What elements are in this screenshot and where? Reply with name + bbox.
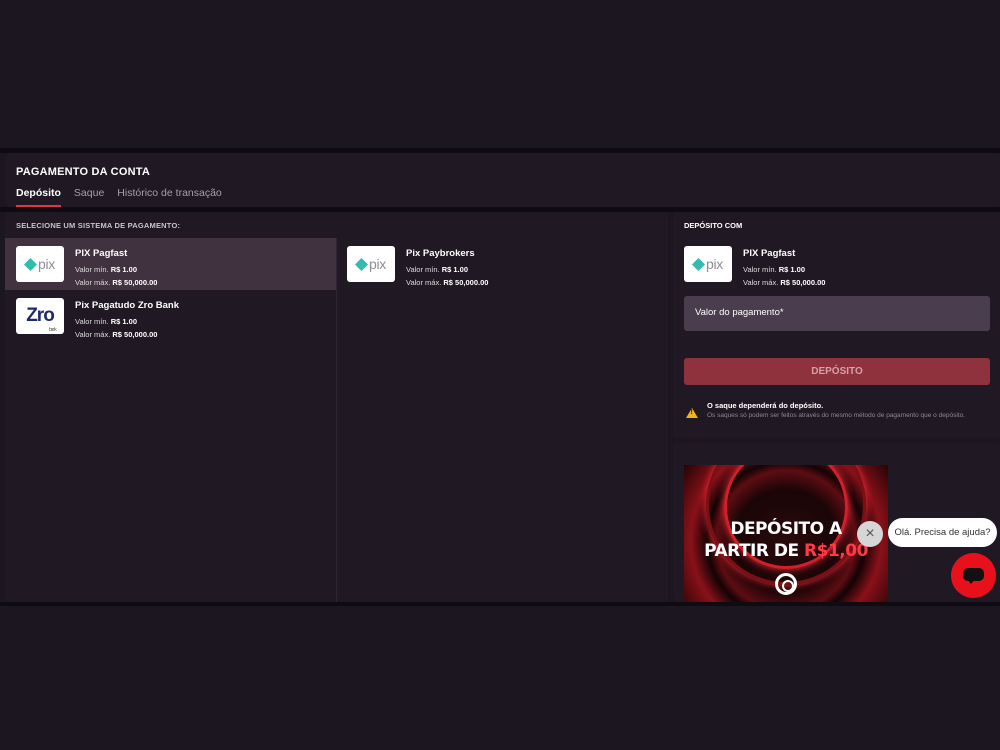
warning-icon bbox=[686, 408, 698, 418]
payment-option-pix-pagfast[interactable]: pix PIX Pagfast Valor mín. R$ 1.00 Valor… bbox=[5, 238, 336, 290]
max-value: Valor máx. R$ 50,000.00 bbox=[743, 278, 826, 287]
chat-icon bbox=[963, 568, 984, 584]
pix-diamond-icon bbox=[23, 257, 38, 271]
warning-title: O saque dependerá do depósito. bbox=[707, 401, 824, 410]
payment-option-pix-pagatudo-zro-bank[interactable]: Zro bank Pix Pagatudo Zro Bank Valor mín.… bbox=[5, 290, 336, 342]
payment-option-name: Pix Pagatudo Zro Bank bbox=[75, 300, 179, 311]
page-title: PAGAMENTO DA CONTA bbox=[16, 166, 150, 178]
deposit-button[interactable]: DEPÓSITO bbox=[684, 358, 990, 385]
chat-button[interactable] bbox=[951, 553, 996, 598]
pix-logo: pix bbox=[684, 246, 732, 282]
min-value: Valor mín. R$ 1.00 bbox=[75, 317, 137, 326]
pix-diamond-icon bbox=[354, 257, 369, 271]
selected-method-name: PIX Pagfast bbox=[743, 248, 796, 259]
pix-logo: pix bbox=[16, 246, 64, 282]
close-chat-prompt-button[interactable]: × bbox=[857, 521, 883, 547]
tabs: Depósito Saque Histórico de transação bbox=[16, 187, 222, 207]
payment-option-name: PIX Pagfast bbox=[75, 248, 128, 259]
warning-text: Os saques só podem ser feitos através do… bbox=[707, 412, 965, 419]
divider bbox=[0, 602, 1000, 606]
top-empty-area bbox=[0, 0, 1000, 148]
max-value: Valor máx. R$ 50,000.00 bbox=[75, 278, 158, 287]
banner-subtitle: PARTIR DE R$1,00 bbox=[704, 541, 868, 561]
pix-diamond-icon bbox=[691, 257, 706, 271]
chat-help-prompt[interactable]: Olá. Precisa de ajuda? bbox=[888, 518, 997, 547]
payment-amount-input[interactable]: Valor do pagamento* bbox=[684, 296, 990, 331]
tab-deposit[interactable]: Depósito bbox=[16, 187, 61, 207]
column-divider bbox=[336, 238, 337, 602]
target-icon bbox=[775, 573, 797, 595]
deposit-with-label: DEPÓSITO COM bbox=[684, 221, 743, 230]
payment-option-pix-paybrokers[interactable]: pix Pix Paybrokers Valor mín. R$ 1.00 Va… bbox=[336, 238, 667, 290]
account-payment-header: PAGAMENTO DA CONTA Depósito Saque Histór… bbox=[5, 153, 1000, 207]
payment-systems-panel: SELECIONE UM SISTEMA DE PAGAMENTO: pix P… bbox=[5, 212, 668, 602]
min-value: Valor mín. R$ 1.00 bbox=[406, 265, 468, 274]
payment-option-name: Pix Paybrokers bbox=[406, 248, 475, 259]
selected-method: pix PIX Pagfast Valor mín. R$ 1.00 Valor… bbox=[673, 238, 1000, 290]
payment-systems-label: SELECIONE UM SISTEMA DE PAGAMENTO: bbox=[16, 221, 181, 230]
zro-bank-logo: Zro bank bbox=[16, 298, 64, 334]
min-value: Valor mín. R$ 1.00 bbox=[743, 265, 805, 274]
max-value: Valor máx. R$ 50,000.00 bbox=[75, 330, 158, 339]
deposit-panel: DEPÓSITO COM pix PIX Pagfast Valor mín. … bbox=[673, 212, 1000, 438]
max-value: Valor máx. R$ 50,000.00 bbox=[406, 278, 489, 287]
tab-transaction-history[interactable]: Histórico de transação bbox=[117, 187, 221, 207]
tab-withdraw[interactable]: Saque bbox=[74, 187, 104, 207]
pix-logo: pix bbox=[347, 246, 395, 282]
min-value: Valor mín. R$ 1.00 bbox=[75, 265, 137, 274]
